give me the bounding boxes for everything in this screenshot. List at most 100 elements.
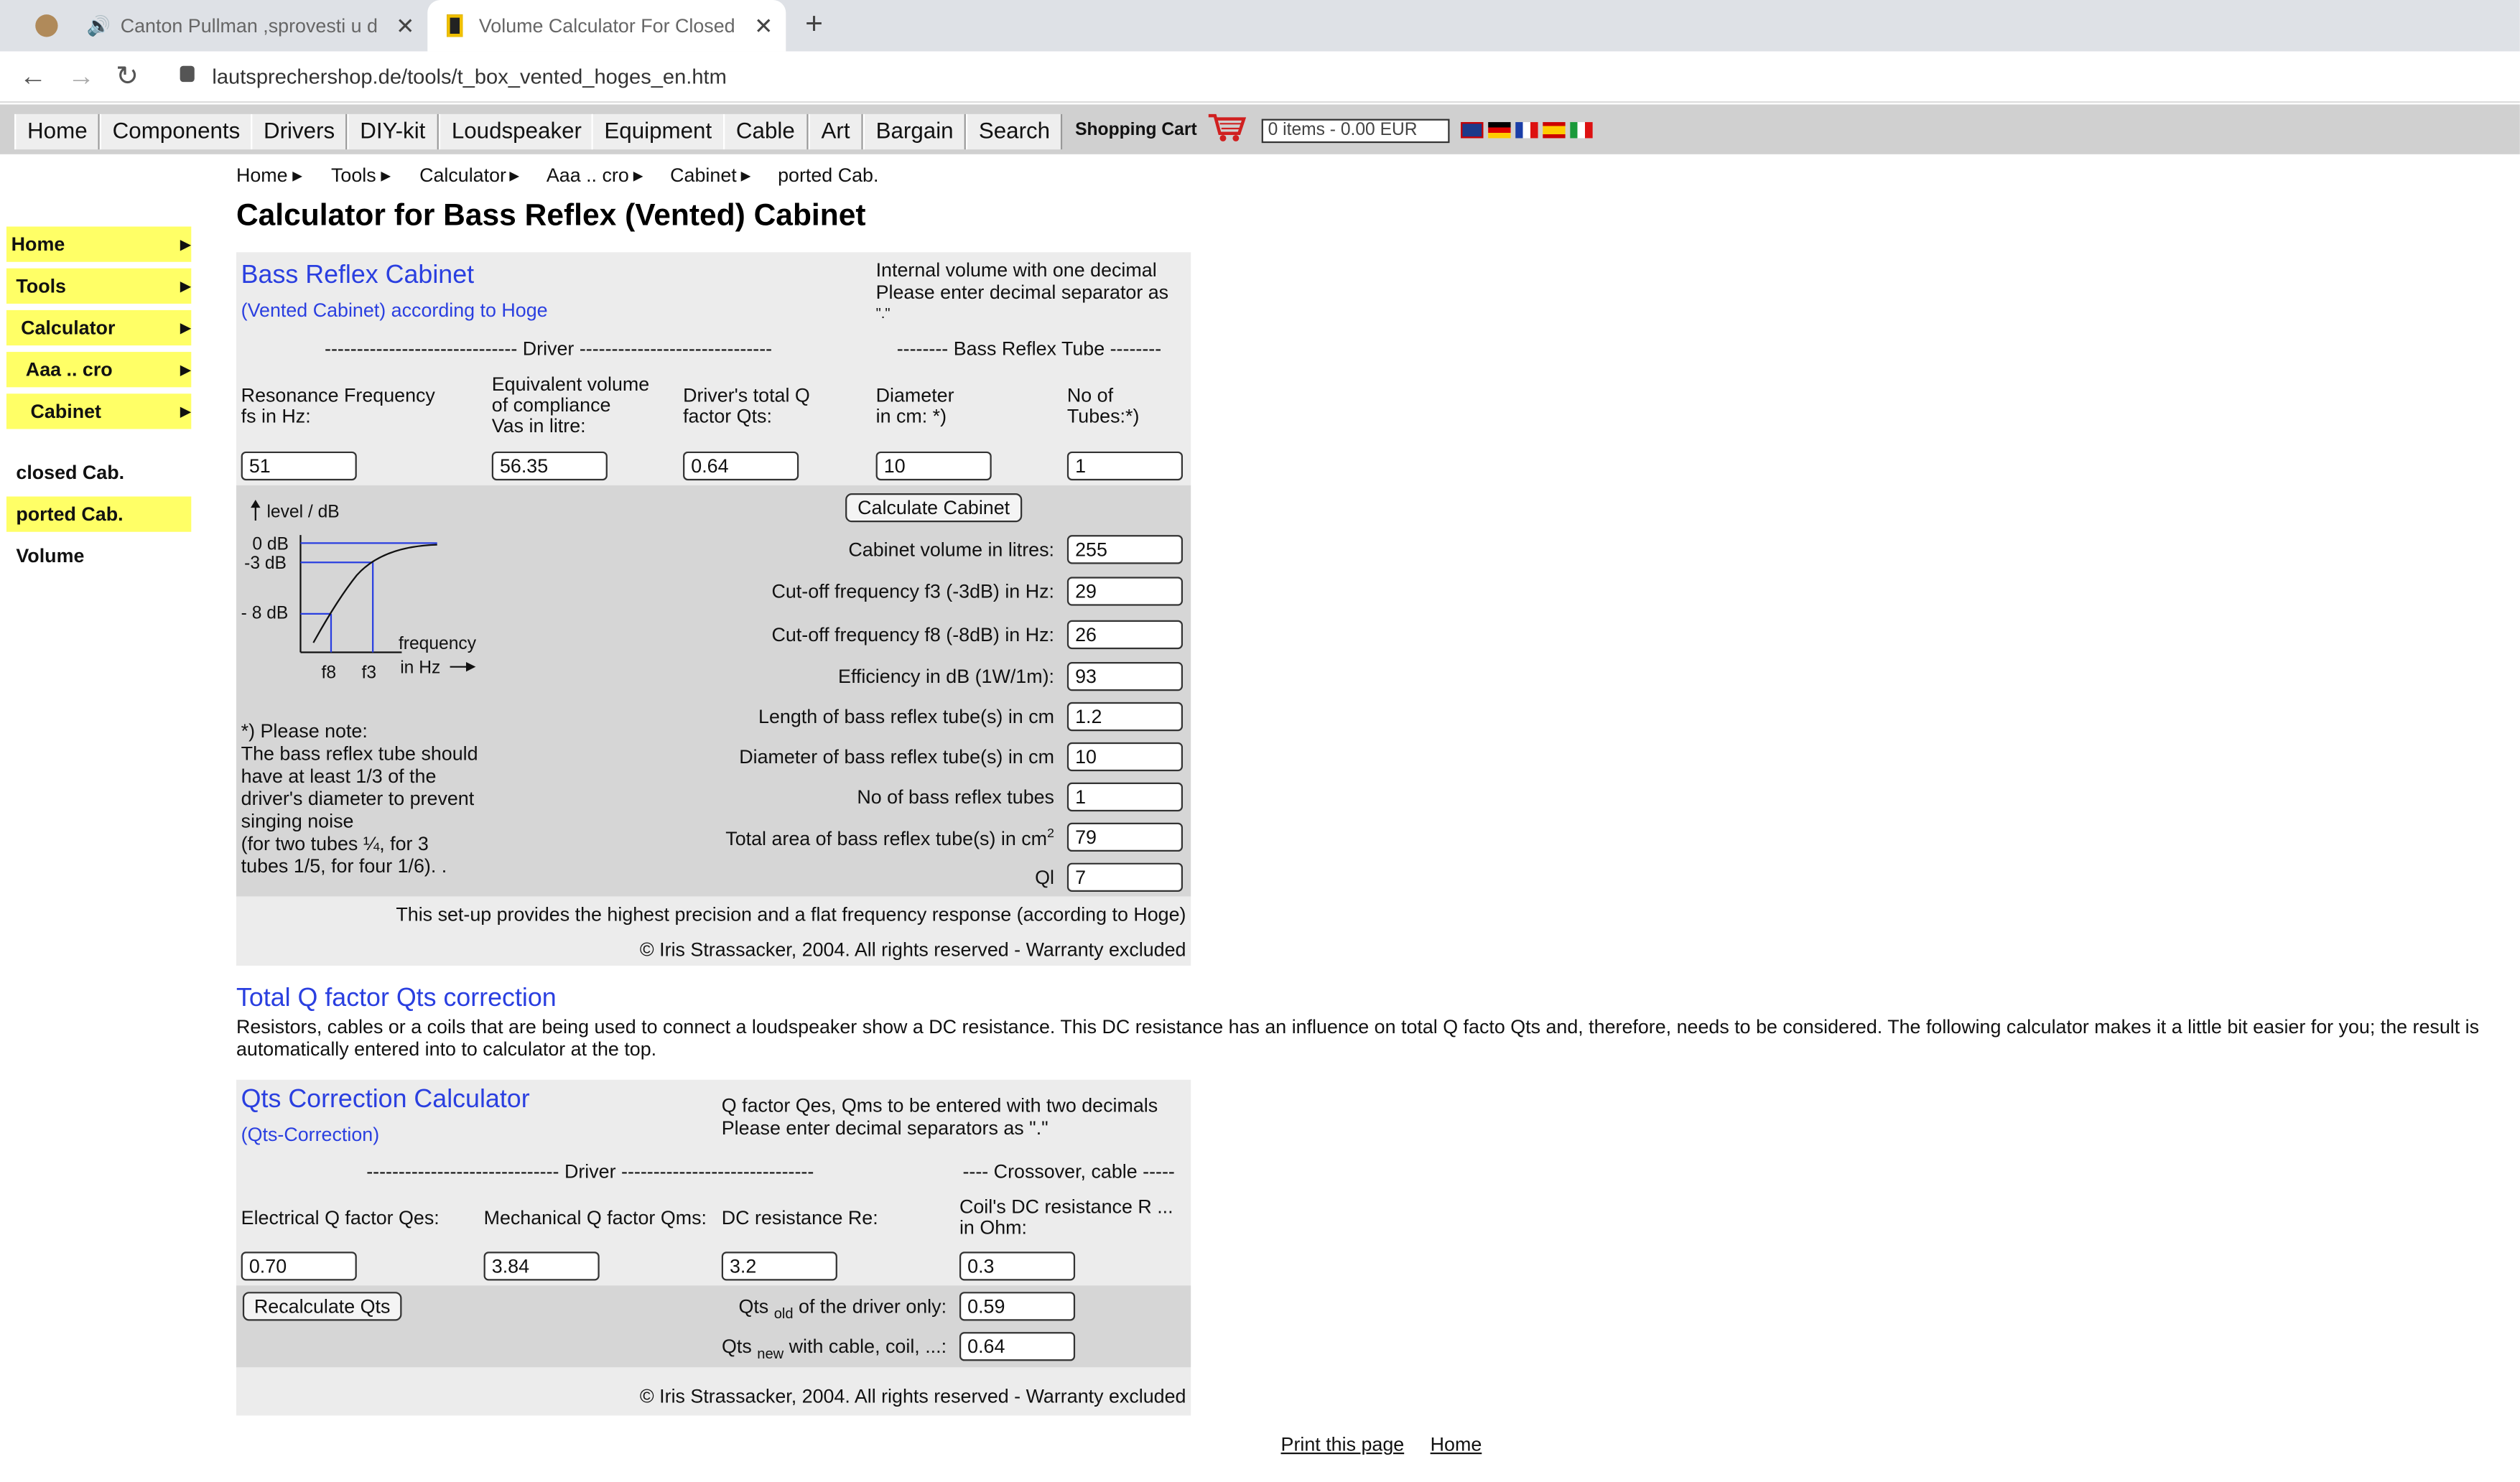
sidebar-item-tools[interactable]: Tools ▶: [6, 268, 191, 304]
caret-right-icon: ▶: [180, 361, 192, 378]
flag-uk-icon[interactable]: [1461, 122, 1484, 139]
calculate-cabinet-button[interactable]: Calculate Cabinet: [845, 493, 1023, 523]
crossover-header: ---- Crossover, cable -----: [962, 1160, 1175, 1183]
shopping-cart-label[interactable]: Shopping Cart: [1075, 121, 1197, 140]
coil-resistance-input[interactable]: 0.3: [959, 1252, 1076, 1281]
caret-right-icon: ▶: [740, 168, 751, 184]
qts-input[interactable]: 0.64: [683, 451, 799, 481]
nav-cable[interactable]: Cable: [723, 113, 808, 150]
back-arrow-icon[interactable]: ←: [19, 61, 47, 93]
tab-title: Volume Calculator For Closed Lo: [478, 14, 736, 37]
nav-components[interactable]: Components: [99, 113, 254, 150]
breadcrumb-home[interactable]: Home: [236, 164, 288, 186]
reload-icon[interactable]: ↻: [116, 61, 139, 93]
qts-section-paragraph: Resistors, cables or a coils that are be…: [236, 1017, 2480, 1038]
efficiency-output[interactable]: 93: [1066, 661, 1184, 691]
nav-search[interactable]: Search: [965, 113, 1063, 150]
sidebar-item-aaa-cro[interactable]: Aaa .. cro ▶: [6, 352, 192, 388]
cart-summary-field[interactable]: 0 items - 0.00 EUR: [1261, 118, 1450, 144]
tube-area-output[interactable]: 79: [1066, 822, 1184, 852]
qes-label: Electrical Q factor Qes:: [241, 1206, 440, 1229]
browser-tab-1[interactable]: 🔊 Canton Pullman ,sprovesti u delo ✕: [13, 0, 427, 52]
print-page-link[interactable]: Print this page: [1281, 1433, 1405, 1455]
resonance-frequency-input[interactable]: 51: [241, 451, 357, 481]
sidebar-item-volume[interactable]: Volume: [6, 539, 191, 574]
result-label: Length of bass reflex tube(s) in cm: [758, 705, 1054, 728]
nav-loudspeaker[interactable]: Loudspeaker: [438, 113, 595, 150]
precision-note: This set-up provides the highest precisi…: [396, 903, 1186, 926]
site-nav-bar: Home Components Drivers DIY-kit Loudspea…: [0, 104, 2520, 154]
qts-driver-header: ------------------------------ Driver --…: [366, 1160, 814, 1183]
nav-home[interactable]: Home: [14, 113, 101, 150]
new-tab-icon[interactable]: +: [805, 8, 823, 43]
nav-drivers[interactable]: Drivers: [251, 113, 348, 150]
decimal-note: Please enter decimal separator as: [875, 281, 1169, 304]
tube-length-output[interactable]: 1.2: [1066, 702, 1184, 732]
qts-old-label: Qts old of the driver only:: [738, 1295, 947, 1322]
nav-equipment[interactable]: Equipment: [591, 113, 725, 150]
qts-new-output[interactable]: 0.64: [959, 1332, 1076, 1361]
cabinet-volume-output[interactable]: 255: [1066, 535, 1184, 564]
breadcrumb-calculator[interactable]: Calculator: [419, 164, 506, 186]
tube-diameter-output[interactable]: 10: [1066, 742, 1184, 772]
ql-output[interactable]: 7: [1066, 862, 1184, 892]
tube-diameter-input[interactable]: 10: [875, 451, 992, 481]
nav-bargain[interactable]: Bargain: [863, 113, 967, 150]
caret-right-icon: ▶: [180, 403, 192, 420]
flag-it-icon[interactable]: [1570, 122, 1593, 139]
breadcrumb-cabinet[interactable]: Cabinet: [670, 164, 737, 186]
close-tab-icon[interactable]: ✕: [754, 13, 773, 40]
sidebar-item-calculator[interactable]: Calculator ▶: [6, 309, 191, 346]
frequency-response-graph: level / dB 0 dB -3 dB - 8 dB f8 f3 frequ…: [241, 499, 477, 682]
caret-right-icon: ▶: [509, 168, 520, 184]
breadcrumb-tools[interactable]: Tools: [331, 164, 376, 186]
qts-calculator-subtitle: (Qts-Correction): [241, 1123, 380, 1146]
qes-input[interactable]: 0.70: [241, 1252, 357, 1281]
nav-diy-kit[interactable]: DIY-kit: [347, 113, 439, 150]
breadcrumb-aaa-cro[interactable]: Aaa .. cro: [547, 164, 629, 186]
tab-title: Canton Pullman ,sprovesti u delo: [120, 14, 378, 37]
qts-section-heading: Total Q factor Qts correction: [236, 984, 557, 1012]
forward-arrow-icon[interactable]: →: [68, 61, 95, 93]
decimal-note: Internal volume with one decimal: [875, 258, 1157, 281]
browser-tab-2[interactable]: Volume Calculator For Closed Lo ✕: [427, 0, 786, 52]
sidebar-item-ported-cab[interactable]: ported Cab.: [6, 496, 192, 532]
decimal-note: ".": [875, 305, 891, 319]
close-tab-icon[interactable]: ✕: [396, 13, 414, 40]
flag-de-icon[interactable]: [1488, 122, 1511, 139]
re-label: DC resistance Re:: [721, 1206, 878, 1229]
nav-art[interactable]: Art: [808, 113, 863, 150]
lock-icon: [180, 65, 195, 83]
copyright: © Iris Strassacker, 2004. All rights res…: [639, 938, 1186, 961]
flag-fr-icon[interactable]: [1515, 122, 1538, 139]
qms-label: Mechanical Q factor Qms:: [483, 1206, 707, 1229]
re-input[interactable]: 3.2: [721, 1252, 837, 1281]
sidebar-item-closed-cab[interactable]: closed Cab.: [6, 455, 191, 490]
result-label: Total area of bass reflex tube(s) in cm2: [725, 826, 1054, 850]
qms-input[interactable]: 3.84: [483, 1252, 600, 1281]
copyright: © Iris Strassacker, 2004. All rights res…: [639, 1384, 1186, 1408]
graph-tick-8db: - 8 dB: [241, 604, 289, 623]
recalculate-qts-button[interactable]: Recalculate Qts: [242, 1292, 402, 1321]
calculator-subtitle: (Vented Cabinet) according to Hoge: [241, 299, 548, 322]
qts-new-label: Qts new with cable, coil, ...:: [721, 1335, 947, 1362]
footer-home-link[interactable]: Home: [1431, 1433, 1482, 1455]
tube-count-output[interactable]: 1: [1066, 782, 1184, 812]
flag-es-icon[interactable]: [1543, 122, 1566, 139]
tube-count-input[interactable]: 1: [1066, 451, 1184, 481]
qts-decimal-note: Please enter decimal separators as ".": [721, 1117, 1049, 1140]
caret-right-icon: ▶: [180, 236, 192, 253]
f8-output[interactable]: 26: [1066, 620, 1184, 650]
url-field[interactable]: lautsprechershop.de/tools/t_box_vented_h…: [212, 65, 726, 89]
sidebar-item-cabinet[interactable]: Cabinet ▶: [6, 393, 191, 429]
vas-input[interactable]: 56.35: [491, 451, 608, 481]
shopping-cart-icon[interactable]: [1205, 111, 1247, 143]
qts-old-output[interactable]: 0.59: [959, 1292, 1076, 1321]
qts-calculator-title: Qts Correction Calculator: [241, 1086, 530, 1114]
graph-tick-3db: -3 dB: [244, 554, 287, 573]
f3-output[interactable]: 29: [1066, 577, 1184, 606]
sidebar-item-home[interactable]: Home ▶: [6, 226, 192, 262]
graph-f8-label: f8: [322, 663, 337, 682]
caret-right-icon: ▶: [381, 168, 391, 184]
graph-f3-label: f3: [362, 663, 377, 682]
